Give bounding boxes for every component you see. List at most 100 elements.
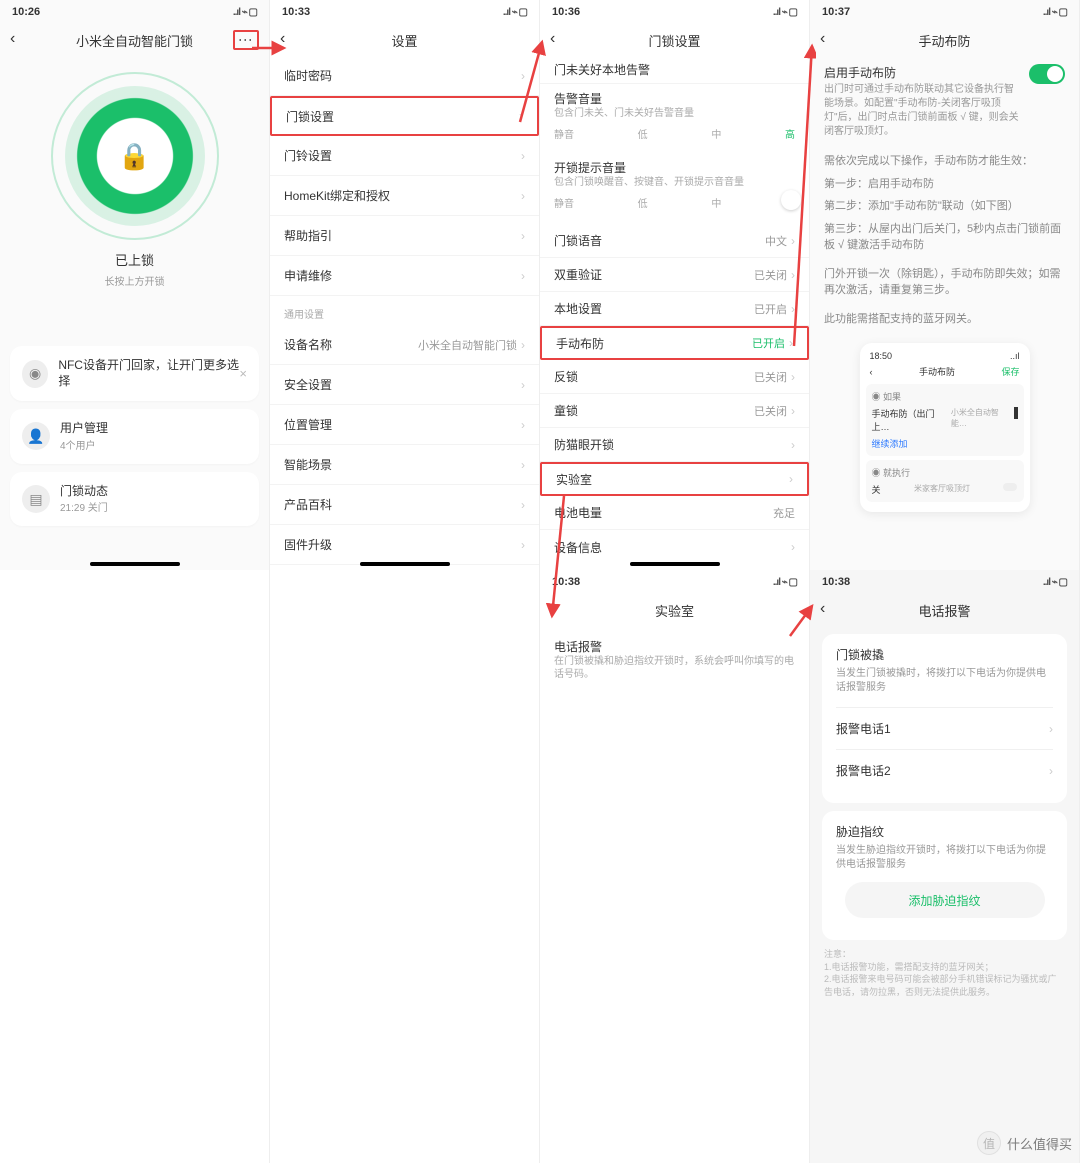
row-dual-verify[interactable]: 双重验证 已关闭 › <box>540 258 809 292</box>
row-voice[interactable]: 门锁语音中文› <box>540 224 809 258</box>
back-icon[interactable]: ‹ <box>10 30 15 48</box>
log-card[interactable]: ▤ 门锁动态 21:29 关门 <box>10 472 259 527</box>
step-2: 第二步：添加"手动布防"联动（如下图） <box>810 198 1079 221</box>
inset-then: 就执行 <box>883 468 910 478</box>
chevron-icon: › <box>791 268 795 282</box>
row-repair[interactable]: 申请维修› <box>270 256 539 296</box>
screen-phone-alarm: 10:38 ..ıl ⌁ ▢ ‹ 电话报警 门锁被撬 当发生门锁被撬时，将拨打以… <box>810 570 1080 1163</box>
row-bell[interactable]: 门铃设置› <box>270 136 539 176</box>
more-icon[interactable]: ⋮ <box>233 30 259 50</box>
row-value: 中文 <box>765 236 787 248</box>
slider-tick: 静音 <box>554 126 574 141</box>
status-time: 10:33 <box>282 6 310 18</box>
row-label: 防猫眼开锁 <box>554 436 614 453</box>
inset-time: 18:50 <box>870 351 893 361</box>
header-title: 小米全自动智能门锁 <box>76 31 193 50</box>
row-local[interactable]: 本地设置已开启› <box>540 292 809 326</box>
phone-1-row[interactable]: 报警电话1› <box>836 708 1053 749</box>
row-label: HomeKit绑定和授权 <box>284 187 390 204</box>
row-deadlock[interactable]: 反锁已关闭› <box>540 360 809 394</box>
alarm-vol-title: 告警音量 <box>540 84 809 107</box>
row-device-info[interactable]: 设备信息› <box>540 530 809 564</box>
row-label: 童锁 <box>554 402 578 419</box>
back-icon[interactable]: ‹ <box>820 30 825 48</box>
chevron-icon: › <box>789 336 793 350</box>
note-1: 1.电话报警功能，需搭配支持的蓝牙网关； <box>810 961 1079 974</box>
alarm-vol-slider[interactable]: 静音 低 中 高 <box>554 126 795 141</box>
header: ‹ 小米全自动智能门锁 ⋮ <box>0 24 269 56</box>
row-scene[interactable]: 智能场景› <box>270 445 539 485</box>
slider-knob[interactable] <box>781 190 801 210</box>
enable-toggle[interactable] <box>1029 64 1065 84</box>
status-icons: ..ıl ⌁ ▢ <box>233 7 257 18</box>
log-sub: 21:29 关门 <box>60 499 108 514</box>
row-help-guide[interactable]: 帮助指引› <box>270 216 539 256</box>
row-label: 产品百科 <box>284 496 332 513</box>
row-lab[interactable]: 实验室› <box>540 462 809 496</box>
user-title: 用户管理 <box>60 421 108 437</box>
nfc-card[interactable]: ◉ NFC设备开门回家，让开门更多选择 × <box>10 346 259 401</box>
chevron-icon: › <box>789 472 793 486</box>
row-label: 设备名称 <box>284 336 332 353</box>
row-peephole[interactable]: 防猫眼开锁 › <box>540 428 809 462</box>
back-icon[interactable]: ‹ <box>550 600 555 618</box>
row-value: 已关闭 <box>754 270 787 282</box>
phone-2-row[interactable]: 报警电话2› <box>836 750 1053 791</box>
row-homekit[interactable]: HomeKit绑定和授权› <box>270 176 539 216</box>
add-force-fp-button[interactable]: 添加胁迫指纹 <box>845 882 1045 918</box>
row-value: 小米全自动智能门锁 <box>418 340 517 352</box>
unlock-vol-slider[interactable]: 静音 低 中 高 <box>554 195 795 210</box>
header: ‹ 设置 <box>270 24 539 56</box>
row-location[interactable]: 位置管理› <box>270 405 539 445</box>
row-temp-pwd[interactable]: 临时密码› <box>270 56 539 96</box>
screen-lock-home: 10:26 ..ıl ⌁ ▢ ‹ 小米全自动智能门锁 ⋮ 🔒 已上锁 长按上方开… <box>0 0 270 570</box>
lock-status-circle[interactable]: 🔒 <box>65 86 205 226</box>
status-icons: ..ıl ⌁ ▢ <box>773 577 797 588</box>
chevron-icon: › <box>521 458 525 472</box>
user-mgmt-card[interactable]: 👤 用户管理 4个用户 <box>10 409 259 464</box>
inset-back-icon: ‹ <box>870 367 873 377</box>
row-security[interactable]: 安全设置› <box>270 365 539 405</box>
row-value: 已开启 <box>754 304 787 316</box>
row-value: 已关闭 <box>754 406 787 418</box>
chevron-icon: › <box>519 109 523 123</box>
back-icon[interactable]: ‹ <box>550 30 555 48</box>
row-device-name[interactable]: 设备名称小米全自动智能门锁› <box>270 325 539 365</box>
section-label: 通用设置 <box>270 296 539 325</box>
row-arm[interactable]: 手动布防已开启› <box>540 326 809 360</box>
note-1: 门外开锁一次（除钥匙），手动布防即失效；如需再次激活，请重复第三步。 <box>810 260 1079 305</box>
status-bar: 10:38 ..ıl ⌁ ▢ <box>540 570 809 594</box>
unlock-vol-desc: 包含门锁唤醒音、按键音、开锁提示音音量 <box>540 176 809 195</box>
enable-desc: 出门时可通过手动布防联动其它设备执行智能场景。如配置"手动布防-关闭客厅吸顶灯"… <box>824 83 1021 139</box>
row-label: 手动布防 <box>556 335 604 352</box>
chevron-icon: › <box>791 438 795 452</box>
row-label: 安全设置 <box>284 376 332 393</box>
row-label: 双重验证 <box>554 266 602 283</box>
inset-cond: 手动布防（出门上… <box>872 407 951 433</box>
inset-if: 如果 <box>883 392 901 402</box>
header: ‹ 电话报警 <box>810 594 1079 626</box>
inset-save: 保存 <box>1001 365 1019 378</box>
chevron-icon: › <box>521 538 525 552</box>
close-icon[interactable]: × <box>239 366 247 381</box>
row-lock-settings[interactable]: 门锁设置› <box>270 96 539 136</box>
back-icon[interactable]: ‹ <box>820 600 825 618</box>
row-childlock[interactable]: 童锁已关闭› <box>540 394 809 428</box>
screen-arm: 10:37 ..ıl ⌁ ▢ ‹ 手动布防 启用手动布防 出门时可通过手动布防联… <box>810 0 1080 570</box>
status-icons: ..ıl ⌁ ▢ <box>773 7 797 18</box>
inset-cond-dev: 小米全自动智能… <box>951 407 1014 433</box>
row-door-open-alarm[interactable]: 门未关好本地告警 <box>540 56 809 84</box>
blank-1 <box>0 570 270 1163</box>
lock-status-sub: 长按上方开锁 <box>105 273 165 288</box>
screen-lab: 10:38 ..ıl ⌁ ▢ ‹ 实验室 电话报警 在门锁被撬和胁迫指纹开锁时，… <box>540 570 810 1163</box>
phone-alarm-title[interactable]: 电话报警 <box>540 626 809 655</box>
back-icon[interactable]: ‹ <box>280 30 285 48</box>
pry-desc: 当发生门锁被撬时，将拨打以下电话为你提供电话报警服务 <box>836 667 1053 695</box>
row-firmware[interactable]: 固件升级› <box>270 525 539 565</box>
status-time: 10:38 <box>552 576 580 588</box>
user-icon: 👤 <box>22 422 50 450</box>
row-label: 门锁语音 <box>554 232 602 249</box>
pry-title: 门锁被撬 <box>836 646 1053 663</box>
row-wiki[interactable]: 产品百科› <box>270 485 539 525</box>
log-title: 门锁动态 <box>60 484 108 500</box>
